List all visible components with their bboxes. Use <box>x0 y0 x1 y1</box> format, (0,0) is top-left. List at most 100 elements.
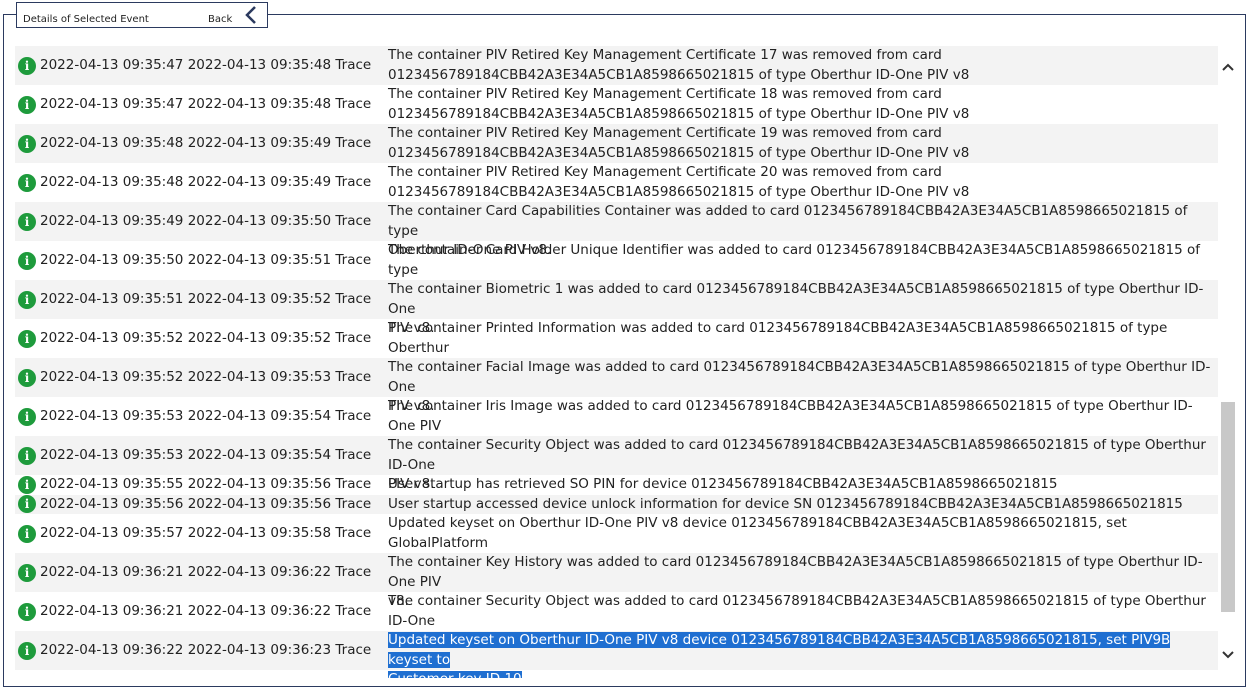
event-timestamps-level: 2022-04-13 09:35:52 2022-04-13 09:35:52 … <box>40 330 371 346</box>
event-message-text: The container Printed Information was ad… <box>388 320 1168 356</box>
event-end-time: 2022-04-13 09:35:56 <box>187 476 332 493</box>
event-message-line: User startup has retrieved SO PIN for de… <box>388 475 1218 495</box>
event-row[interactable]: i 2022-04-13 09:35:53 2022-04-13 09:35:54… <box>15 436 1218 492</box>
event-message-line: The container PIV Retired Key Management… <box>388 163 1218 183</box>
info-icon: i <box>18 495 36 514</box>
event-start-time: 2022-04-13 09:36:22 <box>40 642 184 658</box>
event-level: Trace <box>335 96 372 112</box>
event-message-text: Customer key ID 10 <box>388 671 522 678</box>
event-start-time: 2022-04-13 09:35:48 <box>40 135 184 151</box>
info-icon: i <box>18 134 36 153</box>
chevron-down-icon[interactable] <box>1221 648 1235 662</box>
event-row[interactable]: i 2022-04-13 09:35:57 2022-04-13 09:35:58… <box>15 514 1218 570</box>
event-message-line: The container Printed Information was ad… <box>388 319 1218 358</box>
event-message-text: 0123456789184CBB42A3E34A5CB1A85986650218… <box>388 66 970 83</box>
event-message-text: The container Card Holder Unique Identif… <box>388 242 1200 278</box>
event-message: User startup accessed device unlock info… <box>388 495 1218 515</box>
event-message-line: 0123456789184CBB42A3E34A5CB1A85986650218… <box>388 183 1218 203</box>
event-message-line: Updated keyset on Oberthur ID-One PIV v8… <box>388 514 1218 553</box>
event-timestamps-level: 2022-04-13 09:35:55 2022-04-13 09:35:56 … <box>40 476 371 492</box>
event-level: Trace <box>335 447 372 463</box>
event-message-line: The container Biometric 1 was added to c… <box>388 280 1218 319</box>
info-icon: i <box>18 329 36 348</box>
event-message-line: The container Facial Image was added to … <box>388 358 1218 397</box>
event-message-text: The container PIV Retired Key Management… <box>388 86 942 102</box>
event-timestamps-level: 2022-04-13 09:35:48 2022-04-13 09:35:49 … <box>40 135 371 151</box>
event-row[interactable]: i 2022-04-13 09:36:21 2022-04-13 09:36:22… <box>15 553 1218 609</box>
event-row[interactable]: i 2022-04-13 09:36:21 2022-04-13 09:36:22… <box>15 592 1218 648</box>
event-row[interactable]: i 2022-04-13 09:35:53 2022-04-13 09:35:54… <box>15 397 1218 453</box>
event-end-time: 2022-04-13 09:35:48 <box>187 96 332 112</box>
event-start-time: 2022-04-13 09:35:47 <box>40 96 184 112</box>
chevron-left-icon[interactable] <box>244 5 258 25</box>
info-icon: i <box>18 56 36 75</box>
info-icon: i <box>18 602 36 621</box>
event-row[interactable]: i 2022-04-13 09:35:48 2022-04-13 09:35:49… <box>15 124 1218 163</box>
event-level: Trace <box>335 213 372 229</box>
event-message-line: The container PIV Retired Key Management… <box>388 124 1218 144</box>
event-level: Trace <box>335 174 372 190</box>
event-message-text: User startup has retrieved SO PIN for de… <box>388 476 1058 492</box>
event-row[interactable]: i 2022-04-13 09:35:56 2022-04-13 09:35:56… <box>15 494 1218 515</box>
event-level: Trace <box>335 564 372 580</box>
scrollbar-thumb[interactable] <box>1221 402 1235 612</box>
event-row[interactable]: i 2022-04-13 09:36:22 2022-04-13 09:36:23… <box>15 631 1218 678</box>
event-row[interactable]: i 2022-04-13 09:35:47 2022-04-13 09:35:48… <box>15 46 1218 85</box>
event-message-line: The container PIV Retired Key Management… <box>388 85 1218 105</box>
event-end-time: 2022-04-13 09:36:23 <box>187 642 332 658</box>
info-icon: i <box>18 641 36 660</box>
vertical-scrollbar[interactable] <box>1219 46 1236 678</box>
info-icon: i <box>18 446 36 465</box>
event-message-text: The container Key History was added to c… <box>388 554 1203 590</box>
event-level: Trace <box>335 369 372 385</box>
event-row[interactable]: i 2022-04-13 09:35:47 2022-04-13 09:35:48… <box>15 85 1218 124</box>
event-message-text: The container PIV Retired Key Management… <box>388 164 942 180</box>
event-row[interactable]: i 2022-04-13 09:35:48 2022-04-13 09:35:49… <box>15 163 1218 202</box>
event-timestamps-level: 2022-04-13 09:35:50 2022-04-13 09:35:51 … <box>40 252 371 268</box>
event-timestamps-level: 2022-04-13 09:35:53 2022-04-13 09:35:54 … <box>40 408 371 424</box>
event-message-text: The container Security Object was added … <box>388 437 1206 473</box>
event-start-time: 2022-04-13 09:36:21 <box>40 603 184 619</box>
event-timestamps-level: 2022-04-13 09:35:48 2022-04-13 09:35:49 … <box>40 174 371 190</box>
info-icon: i <box>18 368 36 387</box>
event-timestamps-level: 2022-04-13 09:36:21 2022-04-13 09:36:22 … <box>40 564 371 580</box>
event-message-text: User startup accessed device unlock info… <box>388 495 1183 512</box>
event-row[interactable]: i 2022-04-13 09:35:52 2022-04-13 09:35:53… <box>15 358 1218 414</box>
event-timestamps-level: 2022-04-13 09:35:47 2022-04-13 09:35:48 … <box>40 57 371 73</box>
event-start-time: 2022-04-13 09:35:52 <box>40 369 184 385</box>
event-level: Trace <box>335 291 372 307</box>
event-message: User startup has retrieved SO PIN for de… <box>388 475 1218 495</box>
event-message-text: The container PIV Retired Key Management… <box>388 47 942 63</box>
event-end-time: 2022-04-13 09:35:54 <box>187 447 332 463</box>
event-message-line: The container Key History was added to c… <box>388 553 1218 592</box>
info-icon: i <box>18 173 36 192</box>
event-message-line: Customer key ID 10 <box>388 670 1218 678</box>
event-row[interactable]: i 2022-04-13 09:35:49 2022-04-13 09:35:50… <box>15 202 1218 258</box>
info-icon: i <box>18 407 36 426</box>
event-row[interactable]: i 2022-04-13 09:35:50 2022-04-13 09:35:51… <box>15 241 1218 297</box>
event-list[interactable]: i 2022-04-13 09:35:47 2022-04-13 09:35:48… <box>15 46 1218 678</box>
event-start-time: 2022-04-13 09:35:55 <box>40 476 184 493</box>
event-end-time: 2022-04-13 09:35:53 <box>187 369 332 385</box>
event-message-line: The container Card Capabilities Containe… <box>388 202 1218 241</box>
chevron-up-icon[interactable] <box>1221 60 1235 74</box>
event-end-time: 2022-04-13 09:35:52 <box>187 330 332 346</box>
event-message-line: Updated keyset on Oberthur ID-One PIV v8… <box>388 631 1218 670</box>
event-row[interactable]: i 2022-04-13 09:35:52 2022-04-13 09:35:52… <box>15 319 1218 375</box>
event-message: The container PIV Retired Key Management… <box>388 46 1218 85</box>
event-start-time: 2022-04-13 09:35:53 <box>40 408 184 424</box>
event-message-text: The container Biometric 1 was added to c… <box>388 281 1204 317</box>
event-end-time: 2022-04-13 09:35:49 <box>187 135 332 151</box>
event-level: Trace <box>335 603 372 619</box>
event-message-text: The container PIV Retired Key Management… <box>388 125 942 141</box>
event-end-time: 2022-04-13 09:35:51 <box>187 252 332 268</box>
event-details-header: Details of Selected Event Back <box>16 2 268 28</box>
back-label[interactable]: Back <box>208 14 232 25</box>
event-message: The container PIV Retired Key Management… <box>388 163 1218 202</box>
event-message-line: 0123456789184CBB42A3E34A5CB1A85986650218… <box>388 144 1218 164</box>
event-level: Trace <box>335 135 372 151</box>
event-row[interactable]: i 2022-04-13 09:35:55 2022-04-13 09:35:56… <box>15 475 1218 495</box>
event-timestamps-level: 2022-04-13 09:35:53 2022-04-13 09:35:54 … <box>40 447 371 463</box>
event-start-time: 2022-04-13 09:35:52 <box>40 330 184 346</box>
event-row[interactable]: i 2022-04-13 09:35:51 2022-04-13 09:35:52… <box>15 280 1218 336</box>
